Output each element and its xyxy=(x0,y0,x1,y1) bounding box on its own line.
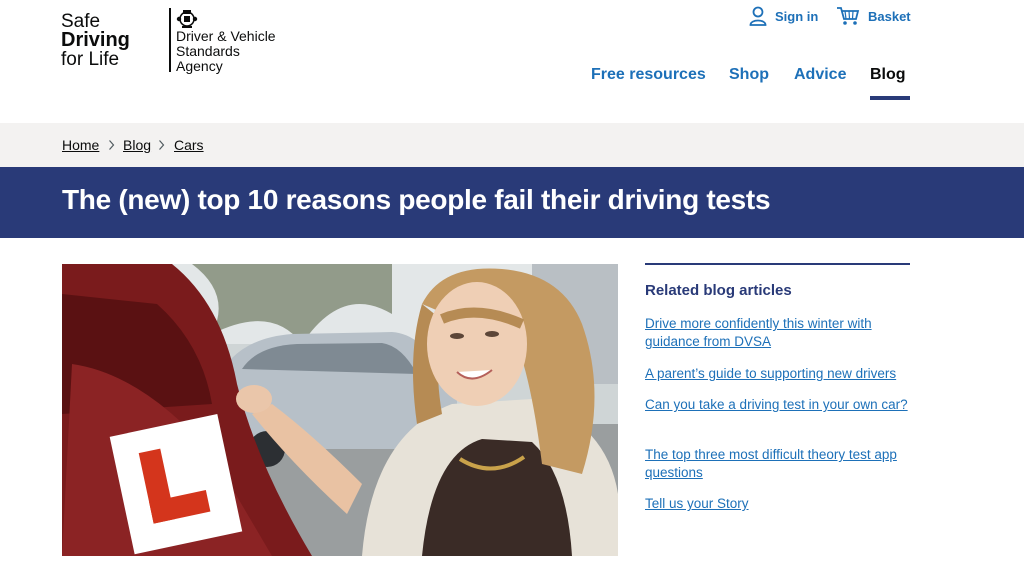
nav-free-resources[interactable]: Free resources xyxy=(591,66,706,84)
chevron-right-icon xyxy=(159,140,165,150)
basket-label: Basket xyxy=(868,8,911,24)
breadcrumb-home[interactable]: Home xyxy=(62,137,99,153)
related-link-tell-your-story[interactable]: Tell us your Story xyxy=(645,495,910,513)
safe-driving-for-life-logo[interactable]: Safe Driving for Life xyxy=(61,12,130,69)
basket-link[interactable]: Basket xyxy=(836,6,911,26)
basket-icon xyxy=(837,7,860,25)
dvsa-logo-text: Driver & Vehicle Standards Agency xyxy=(176,29,276,74)
sign-in-label: Sign in xyxy=(775,8,819,24)
learner-driver-photo xyxy=(62,264,618,556)
agency-line-2: Standards xyxy=(176,43,240,59)
related-link-winter-driving[interactable]: Drive more confidently this winter with … xyxy=(645,315,910,351)
agency-line-1: Driver & Vehicle xyxy=(176,28,276,44)
sign-in-link[interactable]: Sign in xyxy=(749,6,818,26)
logo-line-for-life: for Life xyxy=(61,49,120,70)
crest-icon xyxy=(176,10,198,28)
hero-image xyxy=(62,264,618,556)
nav-blog[interactable]: Blog xyxy=(870,66,906,84)
breadcrumb: Home Blog Cars xyxy=(0,123,1024,167)
logo-divider xyxy=(169,8,171,72)
breadcrumb-cars[interactable]: Cars xyxy=(174,137,204,153)
chevron-right-icon xyxy=(109,140,115,150)
related-articles-heading: Related blog articles xyxy=(645,282,792,299)
nav-active-indicator xyxy=(870,96,910,100)
related-link-parents-guide[interactable]: A parent’s guide to supporting new drive… xyxy=(645,365,910,383)
page-title: The (new) top 10 reasons people fail the… xyxy=(62,184,771,215)
nav-advice[interactable]: Advice xyxy=(794,66,846,84)
site-header: Safe Driving for Life Driver & Vehicle S… xyxy=(0,0,1024,123)
related-link-theory-questions[interactable]: The top three most difficult theory test… xyxy=(645,446,910,482)
breadcrumb-blog[interactable]: Blog xyxy=(123,137,151,153)
sidebar-top-rule xyxy=(645,263,910,265)
agency-line-3: Agency xyxy=(176,58,223,74)
related-link-own-car-test[interactable]: Can you take a driving test in your own … xyxy=(645,396,910,414)
user-icon xyxy=(749,6,767,26)
nav-shop[interactable]: Shop xyxy=(729,66,769,84)
logo-line-driving: Driving xyxy=(61,29,130,51)
